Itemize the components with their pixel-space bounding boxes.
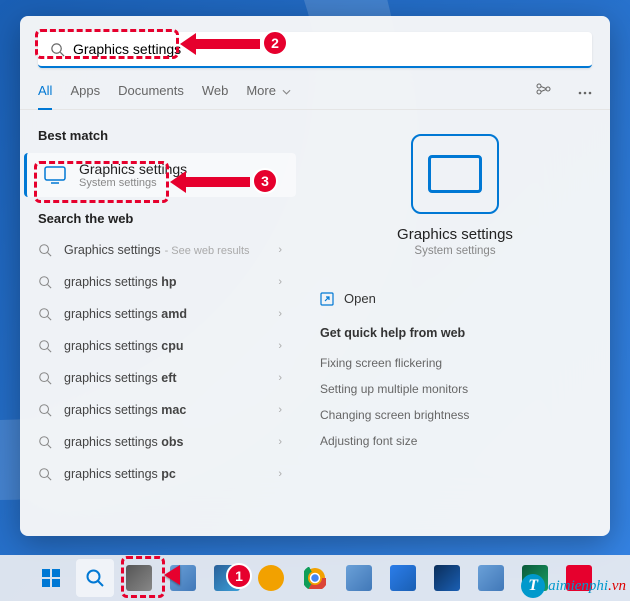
callout-arrow-2	[178, 28, 268, 60]
monitor-icon	[43, 165, 67, 185]
windows-icon	[41, 568, 61, 588]
web-result[interactable]: graphics settings eft›	[20, 362, 300, 394]
search-icon	[50, 42, 65, 57]
tabs-actions[interactable]	[534, 82, 552, 109]
preview-title: Graphics settings	[318, 226, 592, 243]
callout-badge-1: 1	[226, 563, 252, 589]
help-item[interactable]: Setting up multiple monitors	[318, 376, 592, 402]
taskview-button[interactable]	[120, 559, 158, 597]
tab-more[interactable]: More	[246, 83, 290, 108]
web-result[interactable]: graphics settings cpu›	[20, 330, 300, 362]
web-result[interactable]: Graphics settings- See web results›	[20, 234, 300, 266]
callout-arrow-1	[162, 561, 232, 591]
search-button[interactable]	[76, 559, 114, 597]
web-result[interactable]: graphics settings pc›	[20, 458, 300, 490]
web-result[interactable]: graphics settings amd›	[20, 298, 300, 330]
callout-badge-3: 3	[252, 168, 278, 194]
open-button[interactable]: Open	[318, 285, 592, 312]
help-item[interactable]: Adjusting font size	[318, 428, 592, 454]
search-icon	[38, 243, 52, 257]
watermark-logo: T	[521, 574, 545, 598]
web-result[interactable]: graphics settings hp›	[20, 266, 300, 298]
taskbar-app[interactable]	[472, 559, 510, 597]
help-item[interactable]: Changing screen brightness	[318, 402, 592, 428]
chrome-icon	[304, 567, 326, 589]
tab-web[interactable]: Web	[202, 83, 229, 108]
web-result[interactable]: graphics settings obs›	[20, 426, 300, 458]
search-window: All Apps Documents Web More Best match G…	[20, 16, 610, 536]
taskbar-app[interactable]	[384, 559, 422, 597]
callout-badge-2: 2	[262, 30, 288, 56]
search-web-header: Search the web	[20, 207, 300, 234]
tabs: All Apps Documents Web More	[20, 68, 610, 110]
start-button[interactable]	[32, 559, 70, 597]
chrome-button[interactable]	[296, 559, 334, 597]
search-input[interactable]	[73, 41, 580, 57]
tab-documents[interactable]: Documents	[118, 83, 184, 108]
preview-subtitle: System settings	[318, 245, 592, 257]
share-icon	[536, 82, 552, 96]
tab-all[interactable]: All	[38, 83, 52, 110]
search-icon	[38, 339, 52, 353]
callout-arrow-3	[168, 166, 258, 198]
best-match-header: Best match	[20, 124, 300, 151]
search-icon	[38, 371, 52, 385]
chevron-down-icon	[282, 89, 291, 95]
taskbar-app[interactable]	[252, 559, 290, 597]
help-header: Get quick help from web	[320, 326, 590, 340]
search-icon	[38, 275, 52, 289]
search-icon	[38, 307, 52, 321]
search-icon	[38, 403, 52, 417]
help-item[interactable]: Fixing screen flickering	[318, 350, 592, 376]
open-icon	[320, 292, 334, 306]
search-icon	[38, 435, 52, 449]
search-box[interactable]	[38, 32, 592, 68]
ellipsis-icon	[578, 91, 592, 95]
search-icon	[38, 467, 52, 481]
more-options-button[interactable]	[576, 83, 592, 108]
search-icon	[85, 568, 105, 588]
tab-apps[interactable]: Apps	[70, 83, 100, 108]
taskbar-app[interactable]	[340, 559, 378, 597]
web-results: Graphics settings- See web results›graph…	[20, 234, 300, 490]
monitor-icon	[428, 155, 482, 193]
preview-icon-frame	[411, 134, 499, 214]
web-result[interactable]: graphics settings mac›	[20, 394, 300, 426]
watermark: T aimienphi.vn	[521, 574, 626, 598]
taskbar-app[interactable]	[428, 559, 466, 597]
